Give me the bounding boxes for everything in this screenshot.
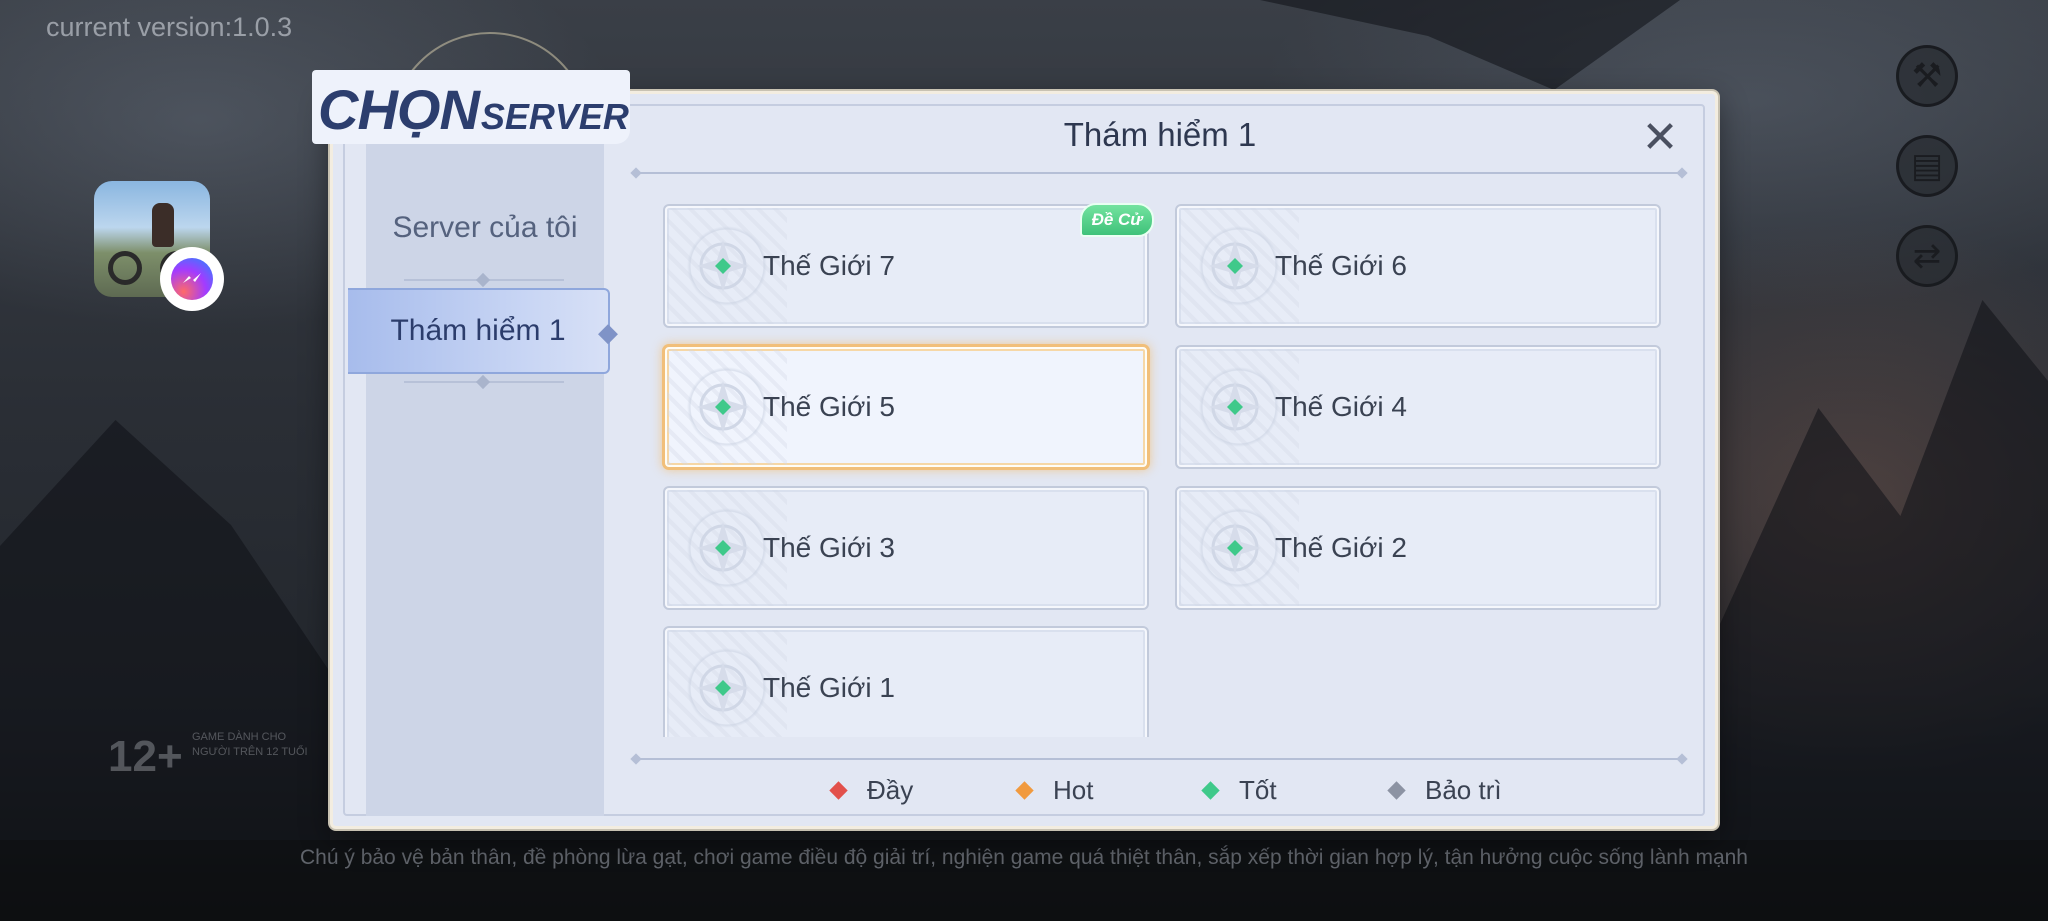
status-good-icon: [697, 662, 749, 714]
dialog-title-main: CHỌN: [318, 78, 480, 141]
status-good-icon: [697, 522, 749, 574]
tab-my-servers[interactable]: Server của tôi: [366, 188, 604, 268]
status-hot-icon: [1015, 780, 1034, 800]
background-rock: [1720, 300, 2048, 840]
status-full-icon: [829, 780, 848, 800]
messenger-bolt-icon: [183, 273, 201, 283]
close-icon: ✕: [1641, 112, 1679, 163]
server-card-1[interactable]: Thế Giới 1: [665, 628, 1147, 737]
legend-label: Bảo trì: [1425, 774, 1502, 805]
sidebar-divider: [404, 272, 564, 288]
status-good-icon: [697, 381, 749, 433]
server-name: Thế Giới 7: [763, 250, 895, 281]
tab-my-servers-label: Server của tôi: [392, 211, 578, 244]
legend-label: Đầy: [867, 774, 914, 805]
legend-good: Tốt: [1201, 772, 1277, 808]
age-rating-number: 12+: [108, 732, 183, 781]
server-name: Thế Giới 1: [763, 672, 895, 703]
status-good-icon: [1209, 522, 1261, 574]
legend-label: Tốt: [1239, 774, 1277, 805]
close-button[interactable]: ✕: [1640, 116, 1680, 160]
status-good-icon: [1209, 381, 1261, 433]
notice-board-icon[interactable]: ▤: [1896, 135, 1958, 197]
status-good-icon: [1201, 780, 1220, 800]
age-rating: 12+ GAME DÀNH CHO NGƯỜI TRÊN 12 TUỔI: [100, 728, 310, 794]
age-rating-text: GAME DÀNH CHO NGƯỜI TRÊN 12 TUỔI: [192, 731, 308, 758]
server-card-5[interactable]: Thế Giới 5: [665, 347, 1147, 467]
tools-glyph: ⚒: [1911, 56, 1943, 96]
server-group-sidebar: Server của tôi Thám hiểm 1: [348, 144, 610, 816]
version-label: current version:1.0.3: [46, 12, 293, 42]
status-maintenance-icon: [1387, 780, 1406, 800]
server-card-4[interactable]: Thế Giới 4: [1177, 347, 1659, 467]
messenger-icon[interactable]: [160, 247, 224, 311]
legend-label: Hot: [1053, 774, 1094, 805]
recommended-badge: Đề Cử: [1080, 203, 1154, 237]
server-group-title: Thám hiểm 1: [1063, 116, 1257, 153]
legend-hot: Hot: [1015, 772, 1094, 808]
background-rock: [1260, 0, 1680, 90]
server-card-2[interactable]: Thế Giới 2: [1177, 488, 1659, 608]
status-good-icon: [1209, 240, 1261, 292]
sidebar-divider: [404, 374, 564, 390]
server-name: Thế Giới 5: [763, 391, 895, 422]
server-card-7[interactable]: Thế Giới 7: [665, 206, 1147, 326]
server-card-3[interactable]: Thế Giới 3: [665, 488, 1147, 608]
dialog-title-banner: CHỌN SERVER: [312, 70, 630, 144]
legend-full: Đầy: [829, 772, 914, 808]
server-list[interactable]: Thế Giới 7 Thế Giới 6 Thế Giới 5 Thế Giớ…: [650, 196, 1678, 737]
tools-icon[interactable]: ⚒: [1896, 45, 1958, 107]
active-tab-pointer-icon: ◆: [598, 318, 618, 348]
tab-tham-hiem-1-label: Thám hiểm 1: [390, 314, 566, 347]
health-notice: Chú ý bảo vệ bản thân, đề phòng lừa gạt,…: [300, 846, 1748, 869]
footer-divider: [636, 758, 1682, 760]
tab-tham-hiem-1[interactable]: Thám hiểm 1: [348, 288, 610, 374]
status-good-icon: [697, 240, 749, 292]
server-card-6[interactable]: Thế Giới 6: [1177, 206, 1659, 326]
switch-account-glyph: ⇄: [1912, 236, 1942, 276]
server-name: Thế Giới 2: [1275, 532, 1407, 563]
avatar-wheel: [108, 251, 142, 285]
messenger-logo: [171, 258, 213, 300]
switch-account-icon[interactable]: ⇄: [1896, 225, 1958, 287]
dialog-title-sub: SERVER: [480, 96, 629, 137]
header-divider: [636, 172, 1682, 174]
avatar-rider: [152, 203, 174, 247]
notice-board-glyph: ▤: [1910, 146, 1944, 186]
legend-maintenance: Bảo trì: [1387, 772, 1502, 808]
server-name: Thế Giới 6: [1275, 250, 1407, 281]
server-name: Thế Giới 4: [1275, 391, 1407, 422]
server-name: Thế Giới 3: [763, 532, 895, 563]
